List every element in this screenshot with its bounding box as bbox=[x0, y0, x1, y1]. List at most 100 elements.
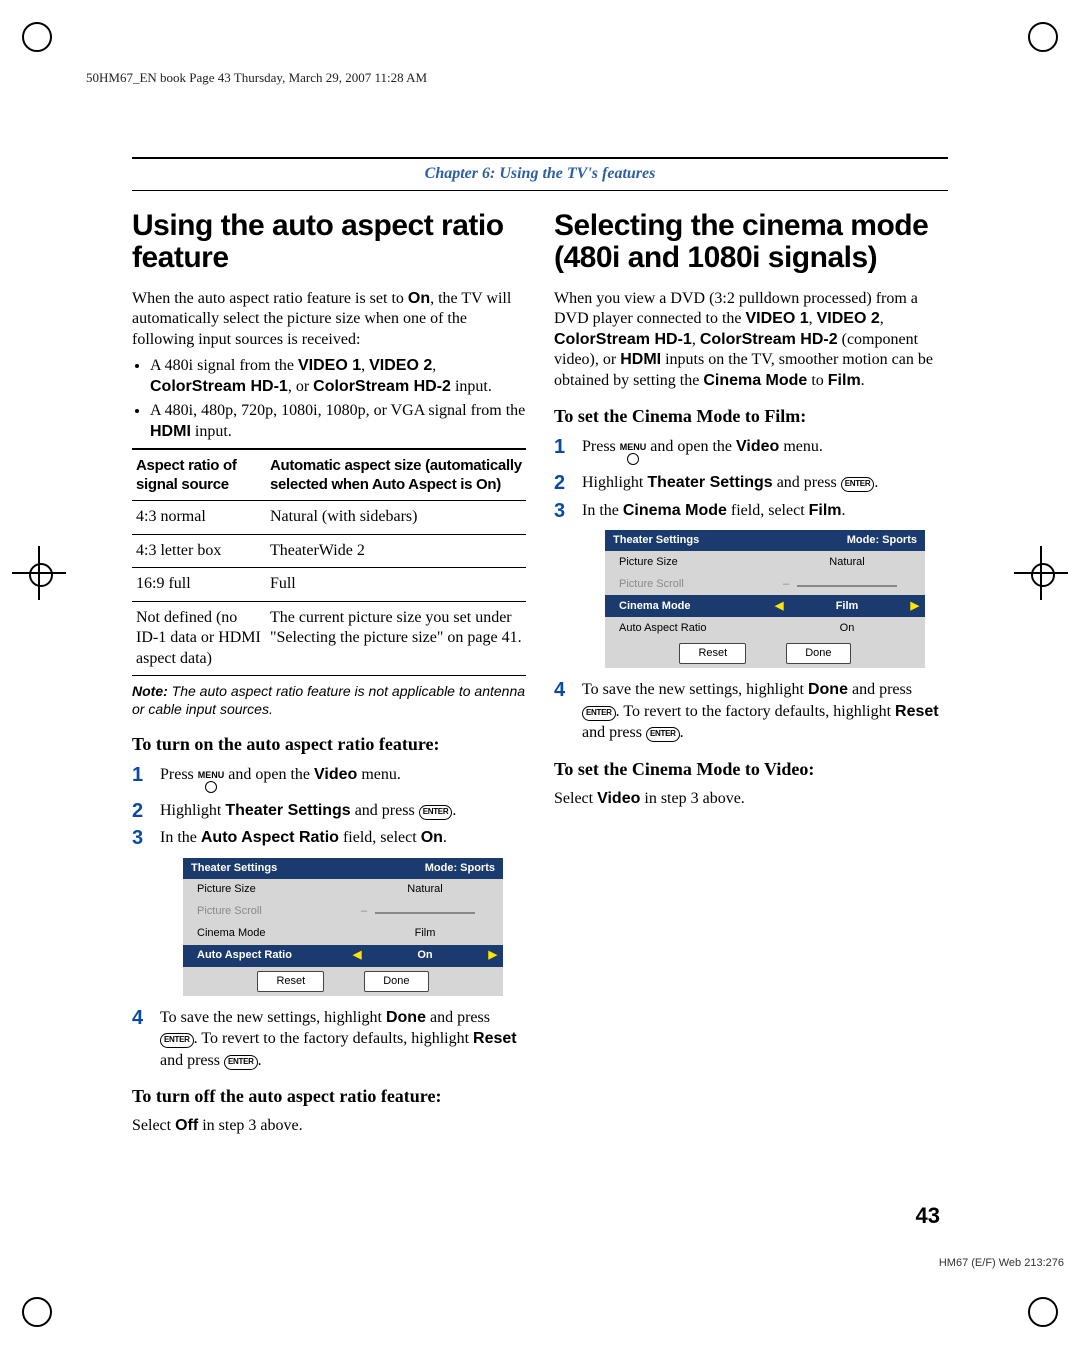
bullet-list: A 480i signal from the VIDEO 1, VIDEO 2,… bbox=[132, 356, 526, 442]
osd-label: Picture Size bbox=[605, 555, 769, 570]
osd-label: Auto Aspect Ratio bbox=[605, 621, 769, 636]
procedure-heading: To set the Cinema Mode to Video: bbox=[554, 758, 948, 781]
osd-row-selected: Cinema Mode◀Film▶ bbox=[605, 595, 925, 617]
step: To save the new settings, highlight Done… bbox=[132, 1007, 526, 1072]
text: in step 3 above. bbox=[640, 790, 744, 807]
osd-titlebar: Theater Settings Mode: Sports bbox=[605, 530, 925, 551]
text: Press bbox=[160, 766, 198, 783]
table-cell: 4:3 normal bbox=[132, 501, 266, 534]
section-heading: Selecting the cinema mode (480i and 1080… bbox=[554, 210, 948, 275]
text: and press bbox=[160, 1052, 224, 1069]
osd-titlebar: Theater Settings Mode: Sports bbox=[183, 858, 503, 879]
text: . To revert to the factory defaults, hig… bbox=[616, 703, 895, 720]
osd-row: Cinema ModeFilm bbox=[183, 923, 503, 945]
step: In the Auto Aspect Ratio field, select O… bbox=[132, 827, 526, 996]
ui-term: VIDEO 2 bbox=[817, 310, 880, 327]
procedure-heading: To turn on the auto aspect ratio feature… bbox=[132, 733, 526, 756]
ui-term: Theater Settings bbox=[647, 474, 772, 491]
steps-list: Press MENU and open the Video menu. High… bbox=[132, 764, 526, 1072]
chapter-title: Chapter 6: Using the TV's features bbox=[0, 165, 1080, 183]
text: and press bbox=[582, 724, 646, 741]
osd-reset-button: Reset bbox=[679, 643, 746, 664]
menu-button-icon: MENU bbox=[620, 441, 647, 465]
ui-term: Video bbox=[597, 790, 640, 807]
osd-label: Cinema Mode bbox=[605, 599, 769, 614]
ui-term: ColorStream HD-1 bbox=[554, 331, 692, 348]
table-cell: Full bbox=[266, 568, 526, 601]
enter-button-icon: ENTER bbox=[841, 477, 875, 492]
left-column: Using the auto aspect ratio feature When… bbox=[132, 210, 526, 1143]
ui-term: VIDEO 2 bbox=[369, 357, 432, 374]
step: To save the new settings, highlight Done… bbox=[554, 679, 948, 744]
table-row: 4:3 letter boxTheaterWide 2 bbox=[132, 534, 526, 567]
osd-value: ◀On▶ bbox=[347, 948, 503, 963]
osd-row-disabled: Picture Scroll bbox=[183, 901, 503, 923]
osd-label: Picture Size bbox=[183, 882, 347, 897]
page: 50HM67_EN book Page 43 Thursday, March 2… bbox=[0, 0, 1080, 1349]
text: . To revert to the factory defaults, hig… bbox=[194, 1030, 473, 1047]
table-cell: Not defined (no ID-1 data or HDMI aspect… bbox=[132, 601, 266, 675]
osd-title: Theater Settings bbox=[613, 533, 699, 548]
step: Press MENU and open the Video menu. bbox=[132, 764, 526, 794]
table-cell: 4:3 letter box bbox=[132, 534, 266, 567]
text: and press bbox=[426, 1009, 490, 1026]
crop-mark bbox=[22, 22, 52, 52]
osd-value bbox=[347, 904, 503, 919]
text: In the bbox=[160, 829, 201, 846]
table-cell: Natural (with sidebars) bbox=[266, 501, 526, 534]
table-cell: The current picture size you set under "… bbox=[266, 601, 526, 675]
text: input. bbox=[451, 378, 492, 395]
ui-term: Video bbox=[736, 438, 779, 455]
content-columns: Using the auto aspect ratio feature When… bbox=[132, 210, 948, 1143]
osd-theater-settings: Theater Settings Mode: Sports Picture Si… bbox=[182, 857, 504, 997]
left-arrow-icon: ◀ bbox=[353, 948, 361, 963]
osd-value bbox=[769, 577, 925, 592]
table-cell: 16:9 full bbox=[132, 568, 266, 601]
ui-term: Cinema Mode bbox=[703, 372, 807, 389]
osd-label: Auto Aspect Ratio bbox=[183, 948, 347, 963]
footer-code: HM67 (E/F) Web 213:276 bbox=[939, 1257, 1064, 1269]
aspect-ratio-table: Aspect ratio of signal source Automatic … bbox=[132, 448, 526, 676]
ui-term: Reset bbox=[473, 1030, 517, 1047]
osd-done-button: Done bbox=[364, 971, 428, 992]
osd-row-disabled: Picture Scroll bbox=[605, 573, 925, 595]
text: input. bbox=[191, 423, 232, 440]
ui-term: On bbox=[421, 829, 443, 846]
rule bbox=[132, 190, 948, 191]
registration-mark bbox=[26, 560, 52, 586]
text: menu. bbox=[779, 438, 823, 455]
step: In the Cinema Mode field, select Film. T… bbox=[554, 500, 948, 669]
text: Highlight bbox=[160, 802, 225, 819]
text: and press bbox=[773, 474, 841, 491]
body-text: When the auto aspect ratio feature is se… bbox=[132, 289, 526, 350]
ui-term: Done bbox=[386, 1009, 426, 1026]
enter-button-icon: ENTER bbox=[224, 1055, 258, 1070]
slider-icon bbox=[375, 912, 475, 914]
crop-mark bbox=[22, 1297, 52, 1327]
text: Press bbox=[582, 438, 620, 455]
steps-list: Press MENU and open the Video menu. High… bbox=[554, 436, 948, 744]
osd-row: Picture SizeNatural bbox=[605, 551, 925, 573]
note-text: Note: The auto aspect ratio feature is n… bbox=[132, 682, 526, 718]
body-text: Select Video in step 3 above. bbox=[554, 789, 948, 809]
osd-label: Picture Scroll bbox=[183, 904, 347, 919]
table-header: Automatic aspect size (automatically sel… bbox=[266, 449, 526, 501]
text: On bbox=[417, 949, 432, 961]
osd-row-selected: Auto Aspect Ratio◀On▶ bbox=[183, 945, 503, 967]
slider-icon bbox=[797, 585, 897, 587]
ui-term: On bbox=[408, 290, 430, 307]
osd-label: Picture Scroll bbox=[605, 577, 769, 592]
osd-reset-button: Reset bbox=[257, 971, 324, 992]
ui-term: Film bbox=[828, 372, 861, 389]
osd-mode: Mode: Sports bbox=[847, 533, 917, 548]
osd-theater-settings: Theater Settings Mode: Sports Picture Si… bbox=[604, 529, 926, 669]
table-header: Aspect ratio of signal source bbox=[132, 449, 266, 501]
ui-term: HDMI bbox=[620, 351, 661, 368]
osd-footer: Reset Done bbox=[605, 639, 925, 668]
table-row: Not defined (no ID-1 data or HDMI aspect… bbox=[132, 601, 526, 675]
text: The auto aspect ratio feature is not app… bbox=[132, 683, 525, 717]
text: A 480i, 480p, 720p, 1080i, 1080p, or VGA… bbox=[150, 402, 525, 419]
text: Select bbox=[554, 790, 597, 807]
procedure-heading: To turn off the auto aspect ratio featur… bbox=[132, 1085, 526, 1108]
text: In the bbox=[582, 502, 623, 519]
